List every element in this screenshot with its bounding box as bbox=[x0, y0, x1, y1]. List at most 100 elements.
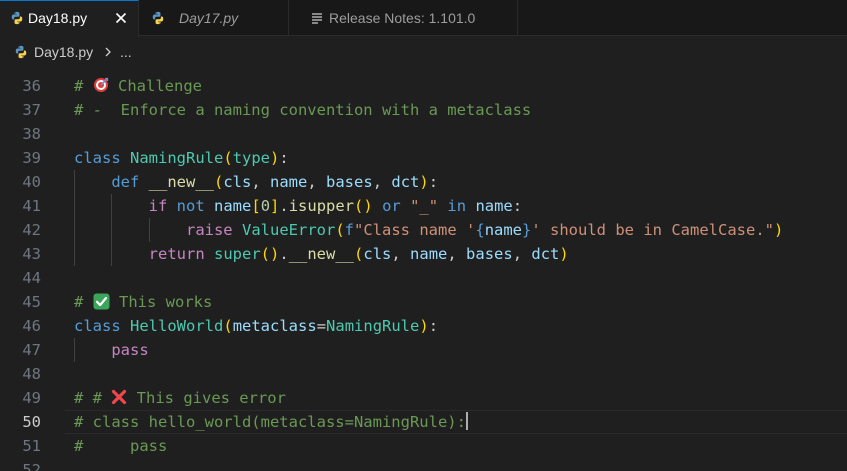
code-token: "Class name ' bbox=[354, 221, 476, 239]
code-token: super bbox=[214, 245, 261, 263]
code-token: 0 bbox=[260, 197, 271, 215]
check-mark-emoji-icon bbox=[93, 293, 110, 311]
code-token: ( bbox=[223, 149, 233, 167]
tab-label: Day17.py bbox=[179, 10, 239, 26]
code-token: class bbox=[74, 149, 121, 167]
line-number: 45 bbox=[22, 293, 41, 311]
line-number: 49 bbox=[22, 389, 41, 407]
code-token: return bbox=[148, 245, 205, 263]
code-line[interactable]: 51 # pass bbox=[0, 434, 847, 458]
code-token: or bbox=[382, 197, 401, 215]
code-line[interactable]: 46 class HelloWorld(metaclass=NamingRule)… bbox=[0, 314, 847, 338]
code-line[interactable]: 50 # class hello_world(metaclass=NamingRu… bbox=[0, 410, 847, 434]
code-token: class bbox=[74, 317, 121, 335]
code-token: not bbox=[176, 197, 205, 215]
code-line[interactable]: 52 bbox=[0, 458, 847, 471]
code-token: , bbox=[447, 245, 467, 263]
line-number: 36 bbox=[22, 77, 41, 95]
code-token: ) bbox=[559, 245, 569, 263]
tab-label: Day18.py bbox=[28, 10, 88, 26]
target-emoji-icon bbox=[93, 77, 109, 95]
code-token: name bbox=[484, 221, 523, 239]
code-token: , bbox=[372, 173, 392, 191]
code-token: metaclass bbox=[232, 317, 317, 335]
code-token: ( bbox=[223, 317, 233, 335]
code-token: NamingRule bbox=[130, 149, 224, 167]
tab-day17[interactable]: Day17.py bbox=[139, 0, 289, 36]
line-number: 50 bbox=[22, 413, 41, 431]
line-number: 43 bbox=[22, 245, 41, 263]
code-line[interactable]: 41 if not name[0].isupper() or "_" in na… bbox=[0, 194, 847, 218]
breadcrumb-more[interactable]: ... bbox=[120, 37, 132, 68]
code-token: # class hello_world(metaclass=NamingRule… bbox=[74, 413, 466, 431]
code-line[interactable]: 39 class NamingRule(type): bbox=[0, 146, 847, 170]
line-number: 38 bbox=[22, 125, 41, 143]
close-icon[interactable] bbox=[114, 11, 128, 25]
code-token: Challenge bbox=[108, 77, 202, 95]
code-line[interactable]: 37 # - Enforce a naming convention with a… bbox=[0, 98, 847, 122]
line-number: 39 bbox=[22, 149, 41, 167]
code-token: ( bbox=[335, 221, 345, 239]
code-line[interactable]: 48 bbox=[0, 362, 847, 386]
code-token: pass bbox=[111, 341, 149, 359]
code-line[interactable]: 43 return super().__new__(cls, name, bas… bbox=[0, 242, 847, 266]
code-line[interactable]: 49 # # This gives error bbox=[0, 386, 847, 410]
line-number: 46 bbox=[22, 317, 41, 335]
code-text: pass bbox=[74, 338, 149, 362]
code-token: ( bbox=[354, 245, 364, 263]
code-token: # # bbox=[74, 389, 112, 407]
code-token: { bbox=[475, 221, 485, 239]
code-token: in bbox=[447, 197, 467, 215]
code-token: : bbox=[428, 173, 439, 191]
code-line[interactable]: 36 # Challenge bbox=[0, 74, 847, 98]
line-number: 52 bbox=[22, 461, 41, 471]
code-line[interactable]: 38 bbox=[0, 122, 847, 146]
line-number: 51 bbox=[22, 437, 41, 455]
code-line[interactable]: 40 def __new__(cls, name, bases, dct): bbox=[0, 170, 847, 194]
code-token: = bbox=[316, 317, 327, 335]
code-text: # - Enforce a naming convention with a m… bbox=[74, 98, 531, 122]
editor-window: Day18.py Day17.py Release Notes: 1.101.0… bbox=[0, 0, 847, 471]
code-text: # class hello_world(metaclass=NamingRule… bbox=[74, 410, 468, 434]
code-line[interactable]: 47 pass bbox=[0, 338, 847, 362]
tab-bar: Day18.py Day17.py Release Notes: 1.101.0 bbox=[0, 0, 847, 37]
code-token: This gives error bbox=[127, 389, 286, 407]
line-number: 42 bbox=[22, 221, 41, 239]
tab-day18[interactable]: Day18.py bbox=[0, 0, 139, 37]
code-token: , bbox=[307, 173, 327, 191]
indent-guide bbox=[74, 338, 75, 362]
tab-label: Release Notes: 1.101.0 bbox=[329, 10, 476, 26]
code-text: return super().__new__(cls, name, bases,… bbox=[74, 242, 569, 266]
code-token: [ bbox=[251, 197, 261, 215]
line-number: 37 bbox=[22, 101, 41, 119]
tab-release-notes[interactable]: Release Notes: 1.101.0 bbox=[289, 0, 518, 36]
code-token: # bbox=[74, 77, 93, 95]
line-number: 40 bbox=[22, 173, 41, 191]
breadcrumb-file[interactable]: Day18.py bbox=[34, 37, 93, 68]
breadcrumb: Day18.py ... bbox=[0, 37, 847, 68]
code-token: . bbox=[279, 197, 289, 215]
code-token: HelloWorld bbox=[130, 317, 224, 335]
code-token: name bbox=[475, 197, 513, 215]
code-line[interactable]: 42 raise ValueError(f"Class name '{name}… bbox=[0, 218, 847, 242]
code-token: f bbox=[344, 221, 355, 239]
code-token: . bbox=[279, 245, 289, 263]
code-text: # # This gives error bbox=[74, 386, 286, 410]
code-editor[interactable]: 36 # Challenge 37 # - Enforce a naming conv… bbox=[0, 68, 847, 471]
code-token: type bbox=[232, 149, 271, 167]
code-token: def bbox=[111, 173, 140, 191]
code-line[interactable]: 45 # This works bbox=[0, 290, 847, 314]
code-token: name bbox=[410, 245, 448, 263]
code-line[interactable]: 44 bbox=[0, 266, 847, 290]
code-text: if not name[0].isupper() or "_" in name: bbox=[74, 194, 522, 218]
chevron-right-icon bbox=[105, 47, 111, 57]
line-number: 48 bbox=[22, 365, 41, 383]
